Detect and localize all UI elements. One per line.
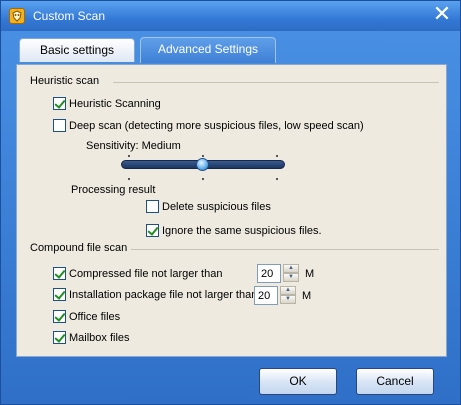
compressed-file-checkbox[interactable]: Compressed file not larger than (53, 267, 222, 280)
delete-suspicious-checkbox[interactable]: Delete suspicious files (146, 200, 271, 213)
mailbox-files-checkbox[interactable]: Mailbox files (53, 331, 130, 344)
checkbox-box[interactable] (53, 331, 66, 344)
shield-icon (9, 8, 25, 24)
custom-scan-window: Custom Scan ✕ Basic settings Advanced Se… (0, 0, 461, 405)
checkbox-box[interactable] (146, 200, 159, 213)
spin-down-icon[interactable]: ▼ (283, 273, 299, 282)
checkbox-box[interactable] (146, 224, 159, 237)
slider-tick (276, 178, 278, 180)
slider-tick (276, 155, 278, 157)
compound-section-title: Compound file scan (30, 242, 128, 254)
compressed-size-unit: M (305, 267, 315, 280)
close-icon[interactable]: ✕ (432, 4, 452, 26)
ok-button[interactable]: OK (259, 368, 337, 395)
tab-basic-settings[interactable]: Basic settings (19, 38, 135, 62)
checkbox-box[interactable] (53, 310, 66, 323)
delete-suspicious-label: Delete suspicious files (162, 200, 271, 213)
spin-buttons: ▲ ▼ (283, 264, 299, 283)
section-divider (131, 249, 439, 250)
checkbox-box[interactable] (53, 288, 66, 301)
processing-result-title: Processing result (71, 184, 156, 196)
heuristic-scanning-checkbox[interactable]: Heuristic Scanning (53, 97, 161, 110)
office-files-label: Office files (69, 310, 121, 323)
installation-package-label: Installation package file not larger tha… (69, 288, 258, 301)
slider-tick (128, 155, 130, 157)
slider-tick (202, 155, 204, 157)
office-files-checkbox[interactable]: Office files (53, 310, 120, 323)
tab-advanced-settings[interactable]: Advanced Settings (140, 37, 276, 63)
sensitivity-slider-thumb[interactable] (196, 158, 209, 171)
title-bar[interactable]: Custom Scan ✕ (1, 1, 460, 31)
spin-down-icon[interactable]: ▼ (280, 295, 296, 304)
spin-buttons: ▲ ▼ (280, 286, 296, 305)
compressed-size-stepper[interactable]: ▲ ▼ M (257, 264, 314, 283)
deep-scan-label: Deep scan (detecting more suspicious fil… (69, 119, 364, 132)
advanced-settings-panel: Heuristic scan Heuristic Scanning Deep s… (16, 64, 447, 357)
window-title: Custom Scan (33, 9, 106, 23)
slider-tick (202, 178, 204, 180)
checkbox-box[interactable] (53, 97, 66, 110)
section-divider (113, 82, 439, 83)
spin-up-icon[interactable]: ▲ (283, 264, 299, 273)
installation-size-input[interactable] (254, 286, 278, 305)
slider-tick (128, 178, 130, 180)
mailbox-files-label: Mailbox files (69, 331, 130, 344)
deep-scan-checkbox[interactable]: Deep scan (detecting more suspicious fil… (53, 119, 364, 132)
compressed-size-input[interactable] (257, 264, 281, 283)
spin-up-icon[interactable]: ▲ (280, 286, 296, 295)
sensitivity-label: Sensitivity: Medium (86, 140, 181, 152)
installation-package-checkbox[interactable]: Installation package file not larger tha… (53, 288, 257, 301)
installation-size-unit: M (302, 289, 312, 302)
ignore-same-label: Ignore the same suspicious files. (162, 224, 322, 237)
compressed-file-label: Compressed file not larger than (69, 267, 223, 280)
heuristic-section-title: Heuristic scan (30, 75, 100, 87)
checkbox-box[interactable] (53, 119, 66, 132)
installation-size-stepper[interactable]: ▲ ▼ M (254, 286, 311, 305)
tab-bar: Basic settings Advanced Settings (19, 37, 439, 64)
cancel-button[interactable]: Cancel (356, 368, 434, 395)
ignore-same-checkbox[interactable]: Ignore the same suspicious files. (146, 224, 322, 237)
heuristic-scanning-label: Heuristic Scanning (69, 97, 161, 110)
checkbox-box[interactable] (53, 267, 66, 280)
